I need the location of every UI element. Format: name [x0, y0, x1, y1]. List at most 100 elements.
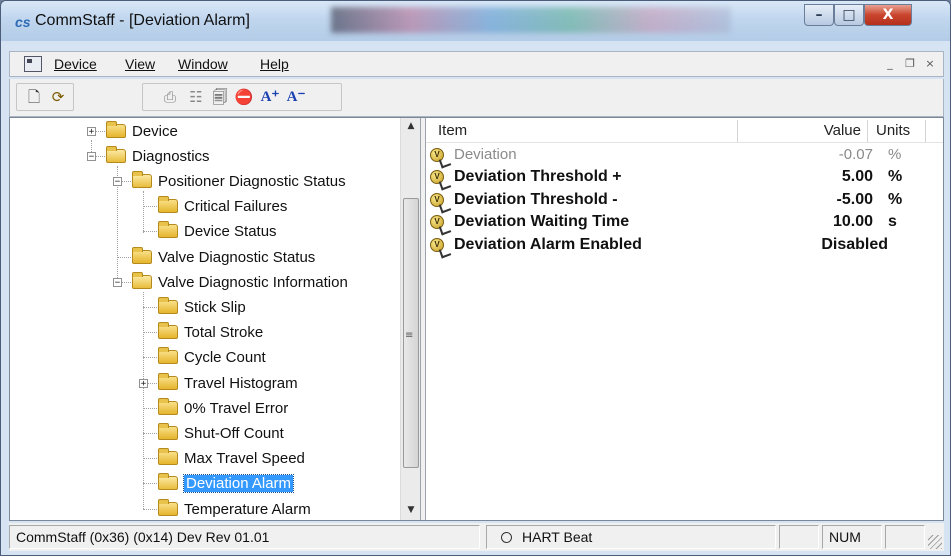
folder-icon — [158, 221, 178, 238]
minimize-icon: – — [815, 7, 823, 23]
header-divider — [426, 142, 943, 143]
maximize-button[interactable]: □ — [834, 4, 864, 26]
tree-node-device[interactable]: Device — [106, 120, 178, 142]
tree-node-deviation-alarm[interactable]: Deviation Alarm — [158, 472, 295, 494]
maximize-icon: □ — [842, 7, 856, 23]
folder-icon — [132, 247, 152, 264]
hart-beat-icon — [501, 532, 512, 543]
variable-icon: V — [430, 215, 444, 229]
app-window: cs CommStaff - [Deviation Alarm] – □ X D… — [0, 0, 951, 556]
mdi-document-icon[interactable] — [24, 56, 42, 72]
folder-icon — [158, 373, 178, 390]
column-header-units[interactable]: Units — [868, 120, 926, 142]
commstaff-app-icon[interactable]: cs — [15, 14, 31, 30]
tree-node-device-status[interactable]: Device Status — [158, 220, 277, 242]
variable-icon: V — [430, 148, 444, 162]
tree-scrollbar[interactable]: ▲ ≡ ▼ — [400, 118, 420, 520]
mdi-restore-icon[interactable]: ❐ — [902, 56, 918, 72]
print-icon[interactable]: ⎙ — [160, 87, 180, 107]
folder-open-icon — [132, 171, 152, 188]
font-increase-icon[interactable]: A⁺ — [260, 87, 280, 107]
tree-node-travel-histogram[interactable]: Travel Histogram — [158, 372, 298, 394]
folder-icon — [158, 398, 178, 415]
tree-connector — [143, 458, 159, 459]
tree-connector — [143, 408, 159, 409]
list-row[interactable]: V Deviation -0.07 % — [430, 144, 930, 166]
tree-connector — [143, 231, 159, 232]
mdi-close-icon[interactable]: × — [922, 56, 938, 72]
device-tree[interactable]: Device + Diagnostics − Positioner Diagno… — [10, 118, 420, 520]
tree-node-cycle-count[interactable]: Cycle Count — [158, 346, 266, 368]
menu-window[interactable]: Window — [178, 56, 228, 72]
tree-connector — [117, 257, 133, 258]
tree-expand-icon[interactable]: + — [139, 379, 148, 389]
tree-node-stick-slip[interactable]: Stick Slip — [158, 296, 246, 318]
variable-icon: V — [430, 238, 444, 252]
column-header-value[interactable]: Value — [738, 120, 868, 142]
list-row[interactable]: V Deviation Threshold - -5.00 % — [430, 189, 930, 211]
list-row[interactable]: V Deviation Alarm Enabled Disabled — [430, 234, 930, 256]
close-icon: X — [882, 7, 894, 23]
tree-collapse-icon[interactable]: − — [113, 278, 122, 288]
properties-icon[interactable]: 🗐 — [210, 87, 230, 107]
folder-icon — [158, 423, 178, 440]
menu-help[interactable]: Help — [260, 56, 289, 72]
list-row[interactable]: V Deviation Threshold + 5.00 % — [430, 166, 930, 188]
folder-icon — [106, 121, 126, 138]
folder-icon — [158, 297, 178, 314]
tree-collapse-icon[interactable]: − — [113, 177, 122, 187]
folder-open-icon — [106, 146, 126, 163]
tree-connector — [143, 206, 159, 207]
main-content: Device + Diagnostics − Positioner Diagno… — [9, 117, 944, 521]
scroll-up-icon[interactable]: ▲ — [401, 118, 420, 135]
status-num-indicator: NUM — [822, 525, 882, 549]
menu-view[interactable]: View — [125, 56, 155, 72]
tree-connector — [143, 292, 144, 509]
title-bar[interactable]: cs CommStaff - [Deviation Alarm] – □ X — [1, 1, 950, 41]
status-empty-pane — [885, 525, 925, 549]
tree-connector — [143, 307, 159, 308]
tree-collapse-icon[interactable]: − — [87, 152, 96, 162]
parameter-list[interactable]: Item Value Units V Deviation -0.07 % V D… — [426, 118, 943, 520]
stop-icon[interactable]: ⛔ — [234, 87, 254, 107]
tree-icon[interactable]: ☷ — [186, 87, 206, 107]
tree-node-temperature-alarm[interactable]: Temperature Alarm — [158, 498, 311, 520]
tree-connector — [143, 433, 159, 434]
window-title: CommStaff - [Deviation Alarm] — [35, 12, 250, 29]
status-device-info: CommStaff (0x36) (0x14) Dev Rev 01.01 — [9, 525, 480, 549]
tree-connector — [143, 483, 159, 484]
tree-node-diagnostics[interactable]: Diagnostics — [106, 145, 210, 167]
folder-icon — [158, 448, 178, 465]
hart-beat-label: HART Beat — [522, 529, 593, 545]
mdi-minimize-icon[interactable]: _ — [882, 56, 898, 72]
tree-node-valve-diagnostic-status[interactable]: Valve Diagnostic Status — [132, 246, 315, 268]
tree-node-critical-failures[interactable]: Critical Failures — [158, 195, 287, 217]
status-empty-pane — [779, 525, 819, 549]
tree-connector — [143, 191, 144, 233]
tree-node-valve-diagnostic-information[interactable]: Valve Diagnostic Information — [132, 271, 348, 293]
folder-icon — [158, 322, 178, 339]
minimize-button[interactable]: – — [804, 4, 834, 26]
folder-icon — [158, 196, 178, 213]
refresh-icon[interactable]: ⟳ — [48, 87, 68, 107]
status-hart-beat: HART Beat — [486, 525, 776, 549]
list-row[interactable]: V Deviation Waiting Time 10.00 s — [430, 211, 930, 233]
toolbar: 🗋 ⟳ ⎙ ☷ 🗐 ⛔ A⁺ A⁻ — [9, 79, 944, 117]
tree-node-travel-error[interactable]: 0% Travel Error — [158, 397, 288, 419]
variable-icon: V — [430, 170, 444, 184]
menu-device[interactable]: Device — [54, 56, 97, 72]
tree-node-max-travel-speed[interactable]: Max Travel Speed — [158, 447, 305, 469]
column-header-item[interactable]: Item — [426, 120, 738, 142]
menu-bar: Device View Window Help _ ❐ × — [9, 51, 944, 77]
font-decrease-icon[interactable]: A⁻ — [286, 87, 306, 107]
tree-expand-icon[interactable]: + — [87, 127, 96, 137]
tree-node-total-stroke[interactable]: Total Stroke — [158, 321, 263, 343]
tree-node-shut-off-count[interactable]: Shut-Off Count — [158, 422, 284, 444]
title-bar-background-blur — [331, 7, 731, 33]
close-button[interactable]: X — [864, 4, 912, 26]
tree-connector — [143, 332, 159, 333]
scroll-down-icon[interactable]: ▼ — [401, 502, 420, 519]
resize-grip-icon[interactable] — [928, 535, 942, 549]
new-icon[interactable]: 🗋 — [24, 87, 44, 107]
tree-node-positioner-diagnostic-status[interactable]: Positioner Diagnostic Status — [132, 170, 346, 192]
